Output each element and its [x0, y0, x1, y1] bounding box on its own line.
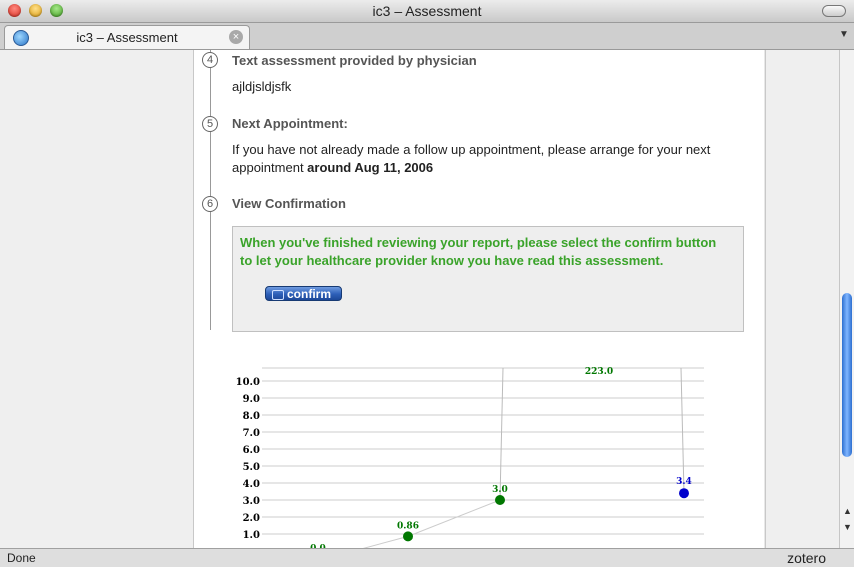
close-tab-icon[interactable]: ×	[229, 30, 243, 44]
vertical-guide	[499, 367, 504, 501]
data-label: 3.0	[492, 485, 508, 495]
scroll-up-arrow-icon[interactable]: ▲	[840, 504, 854, 518]
vertical-scrollbar[interactable]: ▲ ▼	[839, 50, 854, 548]
assessment-content: 4 Text assessment provided by physician …	[194, 50, 764, 548]
y-tick-label: 1.0	[243, 530, 260, 541]
y-tick-label: 9.0	[243, 394, 260, 405]
y-tick-label: 3.0	[243, 496, 260, 507]
chart-annotation: 223.0	[585, 367, 613, 377]
zotero-button[interactable]: zotero	[787, 550, 826, 566]
window-title: ic3 – Assessment	[372, 3, 482, 19]
y-tick-label: 10.0	[236, 377, 260, 388]
vertical-guide	[680, 367, 685, 494]
status-bar: Done zotero	[0, 548, 854, 567]
y-tick-label: 7.0	[243, 428, 260, 439]
left-margin-panel	[0, 50, 194, 548]
window-titlebar: ic3 – Assessment	[0, 0, 854, 23]
series-line	[362, 499, 501, 548]
scroll-down-arrow-icon[interactable]: ▼	[840, 520, 854, 534]
toolbar-toggle-button[interactable]	[822, 5, 846, 17]
assessment-chart: 1.02.03.04.05.06.07.08.09.010.00.00.863.…	[236, 367, 704, 548]
tab-bar: ic3 – Assessment × ▼	[0, 23, 854, 50]
scrollbar-thumb[interactable]	[842, 293, 852, 457]
y-tick-label: 6.0	[243, 445, 260, 456]
y-tick-label: 4.0	[243, 479, 260, 490]
data-point	[403, 531, 413, 542]
y-tick-label: 2.0	[243, 513, 260, 524]
tab-assessment[interactable]: ic3 – Assessment ×	[4, 25, 250, 49]
data-label: 0.86	[397, 521, 419, 531]
data-point	[495, 495, 505, 505]
chevron-down-icon[interactable]: ▼	[838, 27, 850, 43]
data-label: 3.4	[676, 477, 692, 487]
right-margin-panel	[765, 50, 840, 548]
status-text: Done	[7, 551, 36, 565]
tab-label: ic3 – Assessment	[76, 30, 178, 45]
y-tick-label: 5.0	[243, 462, 260, 473]
data-point	[679, 488, 689, 499]
y-tick-label: 8.0	[243, 411, 260, 422]
